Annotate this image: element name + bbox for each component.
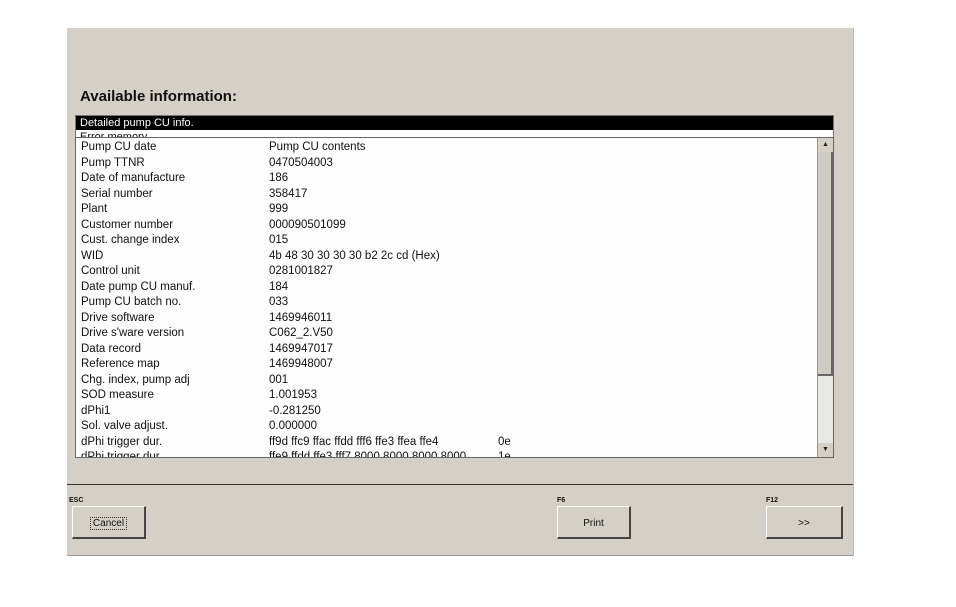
arrow-up-icon: ▲ <box>822 141 829 148</box>
row-value: 033 <box>269 296 289 308</box>
row-label: Cust. change index <box>81 234 180 246</box>
row-label: Pump TTNR <box>81 156 145 169</box>
row-extra: 0e <box>498 435 511 448</box>
row-value: 1469948007 <box>269 358 333 370</box>
key-label-esc: ESC <box>69 497 84 504</box>
scrollbar-thumb[interactable] <box>818 152 833 376</box>
page-title: Available information: <box>80 88 237 105</box>
row-label: dPhi trigger dur. <box>81 435 163 448</box>
row-label: Reference map <box>81 358 160 370</box>
row-label: Plant <box>81 203 108 215</box>
key-label-f12: F12 <box>766 497 779 504</box>
row-value: -0.281250 <box>269 404 321 417</box>
dialog-panel: Available information: Detailed pump CU … <box>67 28 854 556</box>
row-label: Serial number <box>81 187 153 200</box>
row-label: Pump CU batch no. <box>81 296 182 308</box>
row-label: Data record <box>81 342 142 355</box>
scrollbar[interactable]: ▲ ▼ <box>817 138 833 457</box>
row-value: ffe9 ffdd ffe3 fff7 8000 8000 8000 8000 <box>269 451 467 458</box>
row-label: dPhi trigger dur. <box>81 451 163 458</box>
divider <box>67 484 853 485</box>
print-button[interactable]: Print <box>557 506 631 539</box>
arrow-down-icon: ▼ <box>822 446 829 453</box>
scroll-down-button[interactable]: ▼ <box>818 443 833 457</box>
row-label: Date of manufacture <box>81 172 186 184</box>
scroll-up-button[interactable]: ▲ <box>818 138 833 152</box>
header-label: Pump CU date <box>81 141 157 153</box>
row-value: 000090501099 <box>269 218 346 231</box>
cancel-label: Cancel <box>89 517 128 530</box>
row-value: 4b 48 30 30 30 30 b2 2c cd (Hex) <box>269 249 440 262</box>
header-value: Pump CU contents <box>269 141 366 153</box>
row-value: 0281001827 <box>269 265 333 277</box>
row-value: ff9d ffc9 ffac ffdd fff6 ffe3 ffea ffe4 <box>269 435 439 448</box>
row-label: Date pump CU manuf. <box>81 280 196 293</box>
row-value: 015 <box>269 234 289 246</box>
row-extra: 1e <box>498 451 511 458</box>
row-label: dPhi1 <box>81 404 111 417</box>
row-value: 184 <box>269 280 289 293</box>
row-value: 999 <box>269 203 289 215</box>
row-label: WID <box>81 249 104 262</box>
key-label-f6: F6 <box>557 497 566 504</box>
row-value: 186 <box>269 172 289 184</box>
row-label: Customer number <box>81 218 174 231</box>
row-label: SOD measure <box>81 389 154 401</box>
row-value: 0470504003 <box>269 156 333 169</box>
row-value: 001 <box>269 373 289 386</box>
info-table: Pump CU date Pump CU contents Pump TTNR 0… <box>75 137 834 458</box>
row-value: 0.000000 <box>269 420 317 432</box>
list-item-detailed-pump-cu-info[interactable]: Detailed pump CU info. <box>76 116 833 130</box>
row-label: Sol. valve adjust. <box>81 420 168 432</box>
row-value: 358417 <box>269 187 308 200</box>
row-value: C062_2.V50 <box>269 327 333 339</box>
row-label: Drive s'ware version <box>81 327 185 339</box>
row-value: 1469946011 <box>269 311 333 324</box>
next-button[interactable]: >> <box>766 506 843 539</box>
row-label: Chg. index, pump adj <box>81 373 190 386</box>
row-value: 1.001953 <box>269 389 317 401</box>
row-label: Drive software <box>81 311 155 324</box>
cancel-button[interactable]: Cancel <box>72 506 146 539</box>
row-label: Control unit <box>81 265 140 277</box>
row-value: 1469947017 <box>269 342 333 355</box>
